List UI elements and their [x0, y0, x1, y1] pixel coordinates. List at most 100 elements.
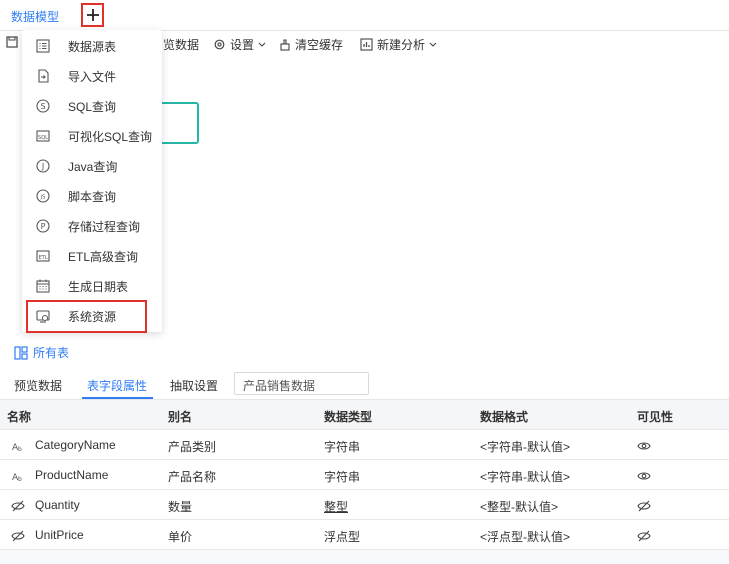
menu-item-script-query[interactable]: JS 脚本查询	[22, 180, 162, 210]
table-row[interactable]: A b ProductName 产品名称 字符串 <字符串-默认值>	[0, 460, 729, 490]
eye-icon[interactable]	[637, 440, 651, 452]
field-name: CategoryName	[35, 438, 116, 452]
procedure-icon: P	[36, 219, 50, 233]
svg-text:ETL: ETL	[39, 255, 48, 261]
menu-item-label: 可视化SQL查询	[68, 130, 153, 144]
field-name: ProductName	[35, 468, 109, 482]
field-format[interactable]: <整型-默认值>	[480, 498, 558, 515]
panel-tabs: 预览数据 表字段属性 抽取设置 产品销售数据	[0, 368, 729, 400]
broom-icon	[280, 38, 290, 51]
script-icon: JS	[36, 189, 50, 203]
field-type[interactable]: 浮点型	[324, 528, 360, 545]
svg-text:b: b	[18, 476, 22, 483]
svg-text:J: J	[41, 162, 44, 171]
menu-item-label: ETL高级查询	[68, 250, 139, 264]
column-header-type: 数据类型	[324, 410, 373, 424]
java-icon: J	[36, 159, 50, 173]
field-properties-panel: 预览数据 表字段属性 抽取设置 产品销售数据 名称 别名 数据类型 数据格式 可…	[0, 368, 729, 564]
menu-item-label: 存储过程查询	[68, 220, 141, 234]
menu-item-visual-sql-query[interactable]: SQL 可视化SQL查询	[22, 120, 162, 150]
column-header-visibility: 可见性	[637, 410, 674, 424]
layout-icon	[14, 345, 28, 360]
gear-icon	[214, 39, 225, 50]
field-format[interactable]: <字符串-默认值>	[480, 468, 570, 485]
menu-item-label: Java查询	[68, 160, 118, 174]
field-alias[interactable]: 数量	[168, 498, 192, 515]
file-import-icon	[38, 69, 49, 83]
clear-cache-label: 清空缓存	[295, 38, 344, 52]
preview-data-label: 览数据	[163, 38, 200, 52]
menu-item-label: 数据源表	[68, 40, 117, 54]
menu-item-data-source-table[interactable]: 数据源表	[22, 30, 162, 60]
save-button[interactable]	[6, 36, 18, 48]
table-row[interactable]: UnitPrice 单价 浮点型 <浮点型-默认值>	[0, 520, 729, 550]
clear-cache-button[interactable]: 清空缓存	[279, 36, 343, 53]
menu-item-label: SQL查询	[68, 100, 117, 114]
menu-item-import-file[interactable]: 导入文件	[22, 60, 162, 90]
settings-label: 设置	[230, 38, 255, 52]
column-header-name: 名称	[7, 410, 32, 424]
svg-text:JS: JS	[40, 195, 46, 201]
field-format[interactable]: <浮点型-默认值>	[480, 528, 570, 545]
chevron-down-icon	[429, 42, 437, 47]
menu-item-label: 生成日期表	[68, 280, 129, 294]
menu-item-generate-date-table[interactable]: 生成日期表	[22, 270, 162, 300]
tab-field-properties[interactable]: 表字段属性	[87, 377, 147, 394]
field-type[interactable]: 字符串	[324, 438, 360, 455]
sql-icon: S	[36, 99, 50, 113]
menu-item-java-query[interactable]: J Java查询	[22, 150, 162, 180]
settings-button[interactable]: 设置	[213, 36, 266, 53]
field-alias[interactable]: 产品名称	[168, 468, 216, 485]
all-tables-button[interactable]: 所有表	[14, 344, 69, 361]
text-type-icon: A b	[12, 443, 22, 453]
new-analysis-label: 新建分析	[377, 38, 426, 52]
column-header-format: 数据格式	[480, 410, 529, 424]
menu-item-sql-query[interactable]: S SQL查询	[22, 90, 162, 120]
visual-sql-icon: SQL	[36, 130, 50, 142]
calendar-icon	[36, 279, 50, 293]
table-row[interactable]: Quantity 数量 整型 <整型-默认值>	[0, 490, 729, 520]
all-tables-label: 所有表	[33, 346, 70, 360]
add-source-dropdown: 数据源表 导入文件 S SQL查询 SQL 可视化SQL查询 J Java查询 …	[22, 30, 162, 332]
tab-extract-settings[interactable]: 抽取设置	[170, 377, 218, 394]
tab-preview-data[interactable]: 预览数据	[14, 377, 62, 394]
tab-data-model[interactable]: 数据模型	[11, 8, 59, 25]
svg-text:P: P	[41, 222, 46, 231]
system-resource-highlight	[26, 300, 147, 333]
hidden-icon	[11, 500, 25, 512]
hidden-icon	[11, 530, 25, 542]
table-icon	[36, 39, 50, 53]
field-name: Quantity	[35, 498, 80, 512]
column-header-alias: 别名	[168, 410, 193, 424]
table-header-row: 名称 别名 数据类型 数据格式 可见性	[0, 400, 729, 430]
plus-icon	[86, 9, 99, 21]
field-name: UnitPrice	[35, 528, 84, 542]
add-button[interactable]	[81, 3, 104, 27]
field-type[interactable]: 字符串	[324, 468, 360, 485]
active-tab-indicator	[82, 397, 153, 399]
eye-icon[interactable]	[637, 470, 651, 482]
field-alias[interactable]: 单价	[168, 528, 192, 545]
svg-text:S: S	[40, 102, 45, 111]
preview-data-button[interactable]: 览数据	[163, 36, 199, 53]
svg-text:SQL: SQL	[38, 135, 48, 141]
fields-table: 名称 别名 数据类型 数据格式 可见性 A b CategoryName 产品类…	[0, 400, 729, 550]
eye-off-icon[interactable]	[637, 530, 651, 542]
text-type-icon: A b	[12, 473, 22, 483]
new-analysis-icon	[360, 38, 373, 51]
menu-item-label: 导入文件	[68, 70, 117, 84]
menu-item-stored-procedure-query[interactable]: P 存储过程查询	[22, 210, 162, 240]
field-format[interactable]: <字符串-默认值>	[480, 438, 570, 455]
eye-off-icon[interactable]	[637, 500, 651, 512]
new-analysis-button[interactable]: 新建分析	[360, 36, 437, 53]
table-name-field[interactable]: 产品销售数据	[234, 372, 369, 395]
menu-item-etl-query[interactable]: ETL ETL高级查询	[22, 240, 162, 270]
svg-text:b: b	[18, 446, 22, 453]
table-row[interactable]: A b CategoryName 产品类别 字符串 <字符串-默认值>	[0, 430, 729, 460]
field-type[interactable]: 整型	[324, 498, 348, 515]
top-tab-bar: 数据模型	[0, 0, 729, 31]
field-alias[interactable]: 产品类别	[168, 438, 216, 455]
menu-item-label: 脚本查询	[68, 190, 117, 204]
chevron-down-icon	[258, 42, 266, 47]
save-icon	[6, 36, 18, 48]
